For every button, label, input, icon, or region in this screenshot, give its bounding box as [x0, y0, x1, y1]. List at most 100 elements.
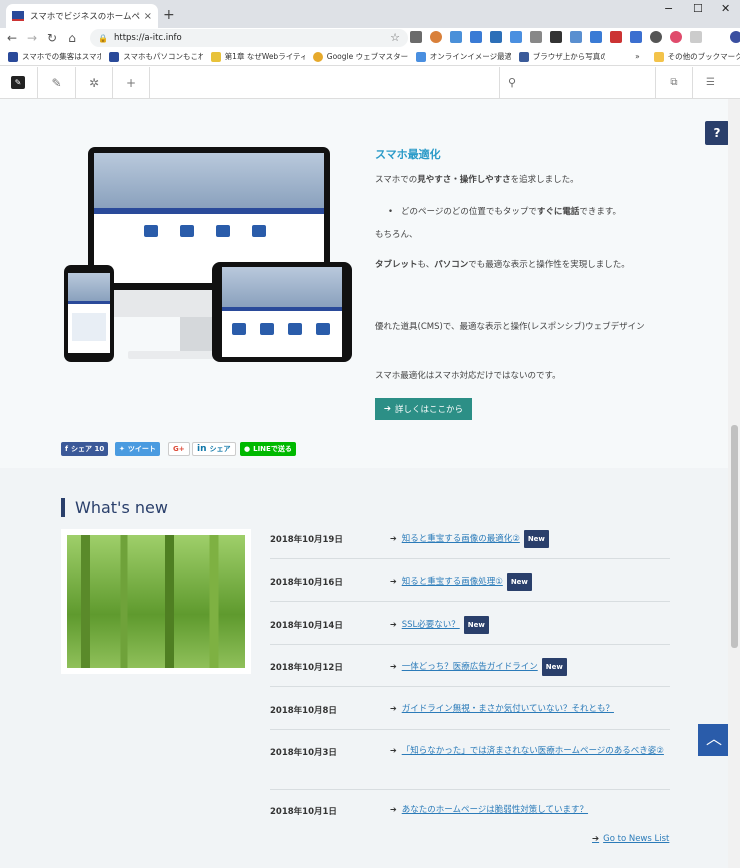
news-link[interactable]: ➔ 知ると重宝する画像の最適化② New — [390, 530, 670, 548]
feature-paragraph-2: もちろん、 — [375, 230, 418, 240]
bookmark-favicon-icon — [312, 51, 323, 62]
news-link[interactable]: ➔ SSL必要ない？ New — [390, 616, 670, 634]
mock-tile-icon — [144, 225, 158, 237]
back-arrow-icon[interactable]: ← — [4, 31, 20, 45]
bookmark-favicon-icon — [415, 51, 426, 62]
new-tab-button[interactable]: + — [163, 7, 175, 23]
bookmark-favicon-icon — [8, 51, 18, 62]
line-icon: ● — [244, 445, 251, 453]
extension-icon[interactable] — [670, 31, 682, 43]
circle-arrow-icon: ➔ — [390, 577, 397, 586]
extension-icon[interactable] — [690, 31, 702, 43]
forward-arrow-icon[interactable]: → — [24, 31, 40, 45]
extension-icon[interactable] — [450, 31, 462, 43]
feature-paragraph-1: スマホでの見やすさ・操作しやすさを追求しました。 — [375, 175, 579, 185]
linkedin-share-button[interactable]: in シェア — [192, 442, 236, 456]
circle-arrow-icon: ➔ — [383, 404, 392, 414]
extension-icon[interactable] — [430, 31, 442, 43]
facebook-icon: f — [65, 445, 69, 453]
mock-tile-icon — [180, 225, 194, 237]
extension-icon[interactable] — [470, 31, 482, 43]
news-link[interactable]: ➔ ガイドライン無視・まさか気付いていない？それとも？ — [390, 701, 670, 717]
facebook-share-button[interactable]: f シェア 10 — [61, 442, 109, 456]
edit-pencil-icon[interactable]: ✎ — [38, 67, 76, 98]
window-close-button[interactable]: ✕ — [721, 2, 730, 15]
settings-gear-icon[interactable]: ✲ — [76, 67, 113, 98]
extension-icon[interactable] — [570, 31, 582, 43]
scrollbar-thumb[interactable] — [731, 425, 738, 648]
extension-icon — [710, 31, 722, 43]
go-to-news-list-link[interactable]: ➔ Go to News List — [592, 834, 669, 844]
extension-icon[interactable] — [650, 31, 662, 43]
other-bookmarks-folder[interactable]: その他のブックマーク — [653, 51, 740, 62]
chevron-up-icon: ︿ — [705, 729, 722, 748]
new-badge: New — [463, 616, 489, 634]
new-badge: New — [541, 658, 567, 676]
site-favicon-icon — [12, 11, 24, 21]
bookmark-item[interactable]: スマホもパソコンもこれ — [109, 51, 203, 62]
bookmark-item[interactable]: Google ウェブマスターツ — [312, 51, 408, 62]
news-date: 2018年10月1日 — [270, 807, 337, 817]
extension-icon[interactable] — [410, 31, 422, 43]
extension-icon[interactable] — [490, 31, 502, 43]
home-icon[interactable]: ⌂ — [64, 31, 80, 45]
news-link[interactable]: ➔ あなたのホームページは脆弱性対策しています？ — [390, 802, 670, 818]
extension-icon[interactable] — [550, 31, 562, 43]
bookmark-item[interactable]: オンラインイメージ最適化 — [415, 51, 511, 62]
bookmark-favicon-icon — [518, 51, 529, 62]
circle-arrow-icon: ➔ — [390, 620, 397, 629]
bookmark-item[interactable]: 第1章 なぜWebライティ — [210, 51, 305, 62]
extension-icon[interactable] — [610, 31, 622, 43]
add-plus-icon[interactable]: + — [113, 67, 150, 98]
circle-arrow-icon: ➔ — [390, 704, 397, 713]
help-question-button[interactable]: ? — [705, 121, 729, 145]
news-date: 2018年10月3日 — [270, 748, 337, 758]
copy-pages-icon[interactable]: ⧉ — [656, 67, 693, 98]
twitter-tweet-button[interactable]: ✦ ツイート — [115, 442, 160, 456]
bookmark-item[interactable]: スマホでの集客はスマホ — [8, 51, 101, 62]
section-accent-bar — [61, 498, 65, 517]
bookmark-star-icon[interactable]: ☆ — [390, 31, 400, 44]
circle-arrow-icon: ➔ — [592, 834, 600, 844]
news-link[interactable]: ➔ 知ると重宝する画像処理① New — [390, 573, 670, 591]
profile-avatar[interactable] — [730, 31, 740, 43]
mock-icon-tiles — [144, 225, 288, 237]
read-more-button[interactable]: ➔ 詳しくはここから — [375, 398, 472, 420]
mock-nav-bar — [68, 301, 110, 304]
lock-icon: 🔒 — [98, 33, 108, 43]
address-bar[interactable]: 🔒 https://a-itc.info ☆ — [90, 29, 408, 47]
sliders-icon[interactable]: ☰ — [693, 67, 728, 98]
bookmarks-overflow-chevron-icon[interactable]: » — [635, 52, 639, 61]
news-row: 2018年10月12日 ➔ 一体どっち？医療広告ガイドライン New — [270, 645, 670, 687]
bookmark-item[interactable]: ブラウザ上から写真の — [518, 51, 605, 62]
cms-logo-button[interactable]: ✎ — [0, 67, 38, 98]
extension-icon[interactable] — [630, 31, 642, 43]
news-row: 2018年10月1日 ➔ あなたのホームページは脆弱性対策しています？ — [270, 790, 670, 827]
tab-close-icon[interactable]: × — [144, 11, 152, 22]
extension-icon[interactable] — [590, 31, 602, 43]
window-maximize-button[interactable]: ☐ — [693, 2, 703, 15]
news-row: 2018年10月3日 ➔ 「知らなかった」では済まされない医療ホームページのあるべ… — [270, 730, 670, 790]
extension-icon[interactable] — [530, 31, 542, 43]
scroll-to-top-button[interactable]: ︿ — [698, 724, 730, 756]
news-date: 2018年10月14日 — [270, 621, 343, 631]
window-minimize-button[interactable]: − — [664, 2, 673, 15]
mock-nav-bar — [222, 307, 342, 311]
extension-icon[interactable] — [510, 31, 522, 43]
cms-search-box[interactable]: ⚲ — [499, 67, 656, 98]
feature-paragraph-3: タブレットも、パソコンでも最適な表示と操作性を実現しました。 — [375, 260, 630, 270]
reload-icon[interactable]: ↻ — [44, 31, 60, 45]
news-row: 2018年10月16日 ➔ 知ると重宝する画像処理① New — [270, 559, 670, 602]
news-link[interactable]: ➔ 「知らなかった」では済まされない医療ホームページのあるべき姿② — [390, 743, 670, 759]
news-row: 2018年10月14日 ➔ SSL必要ない？ New — [270, 602, 670, 645]
bookmark-favicon-icon — [109, 51, 120, 62]
google-plus-button[interactable]: G+ — [168, 442, 190, 456]
extension-icons: ⋮ — [410, 31, 740, 43]
news-link[interactable]: ➔ 一体どっち？医療広告ガイドライン New — [390, 658, 670, 676]
cms-toolbar: ✎ ✎ ✲ + ⚲ ⧉ ☰ — [0, 67, 740, 99]
airplane-hero-image — [68, 273, 110, 301]
news-row: 2018年10月8日 ➔ ガイドライン無視・まさか気付いていない？それとも？ — [270, 687, 670, 730]
line-send-button[interactable]: ● LINEで送る — [240, 442, 296, 456]
feature-title: スマホ最適化 — [375, 148, 441, 161]
browser-tab-active[interactable]: スマホでビジネスのホームページ対応で × — [6, 4, 158, 28]
